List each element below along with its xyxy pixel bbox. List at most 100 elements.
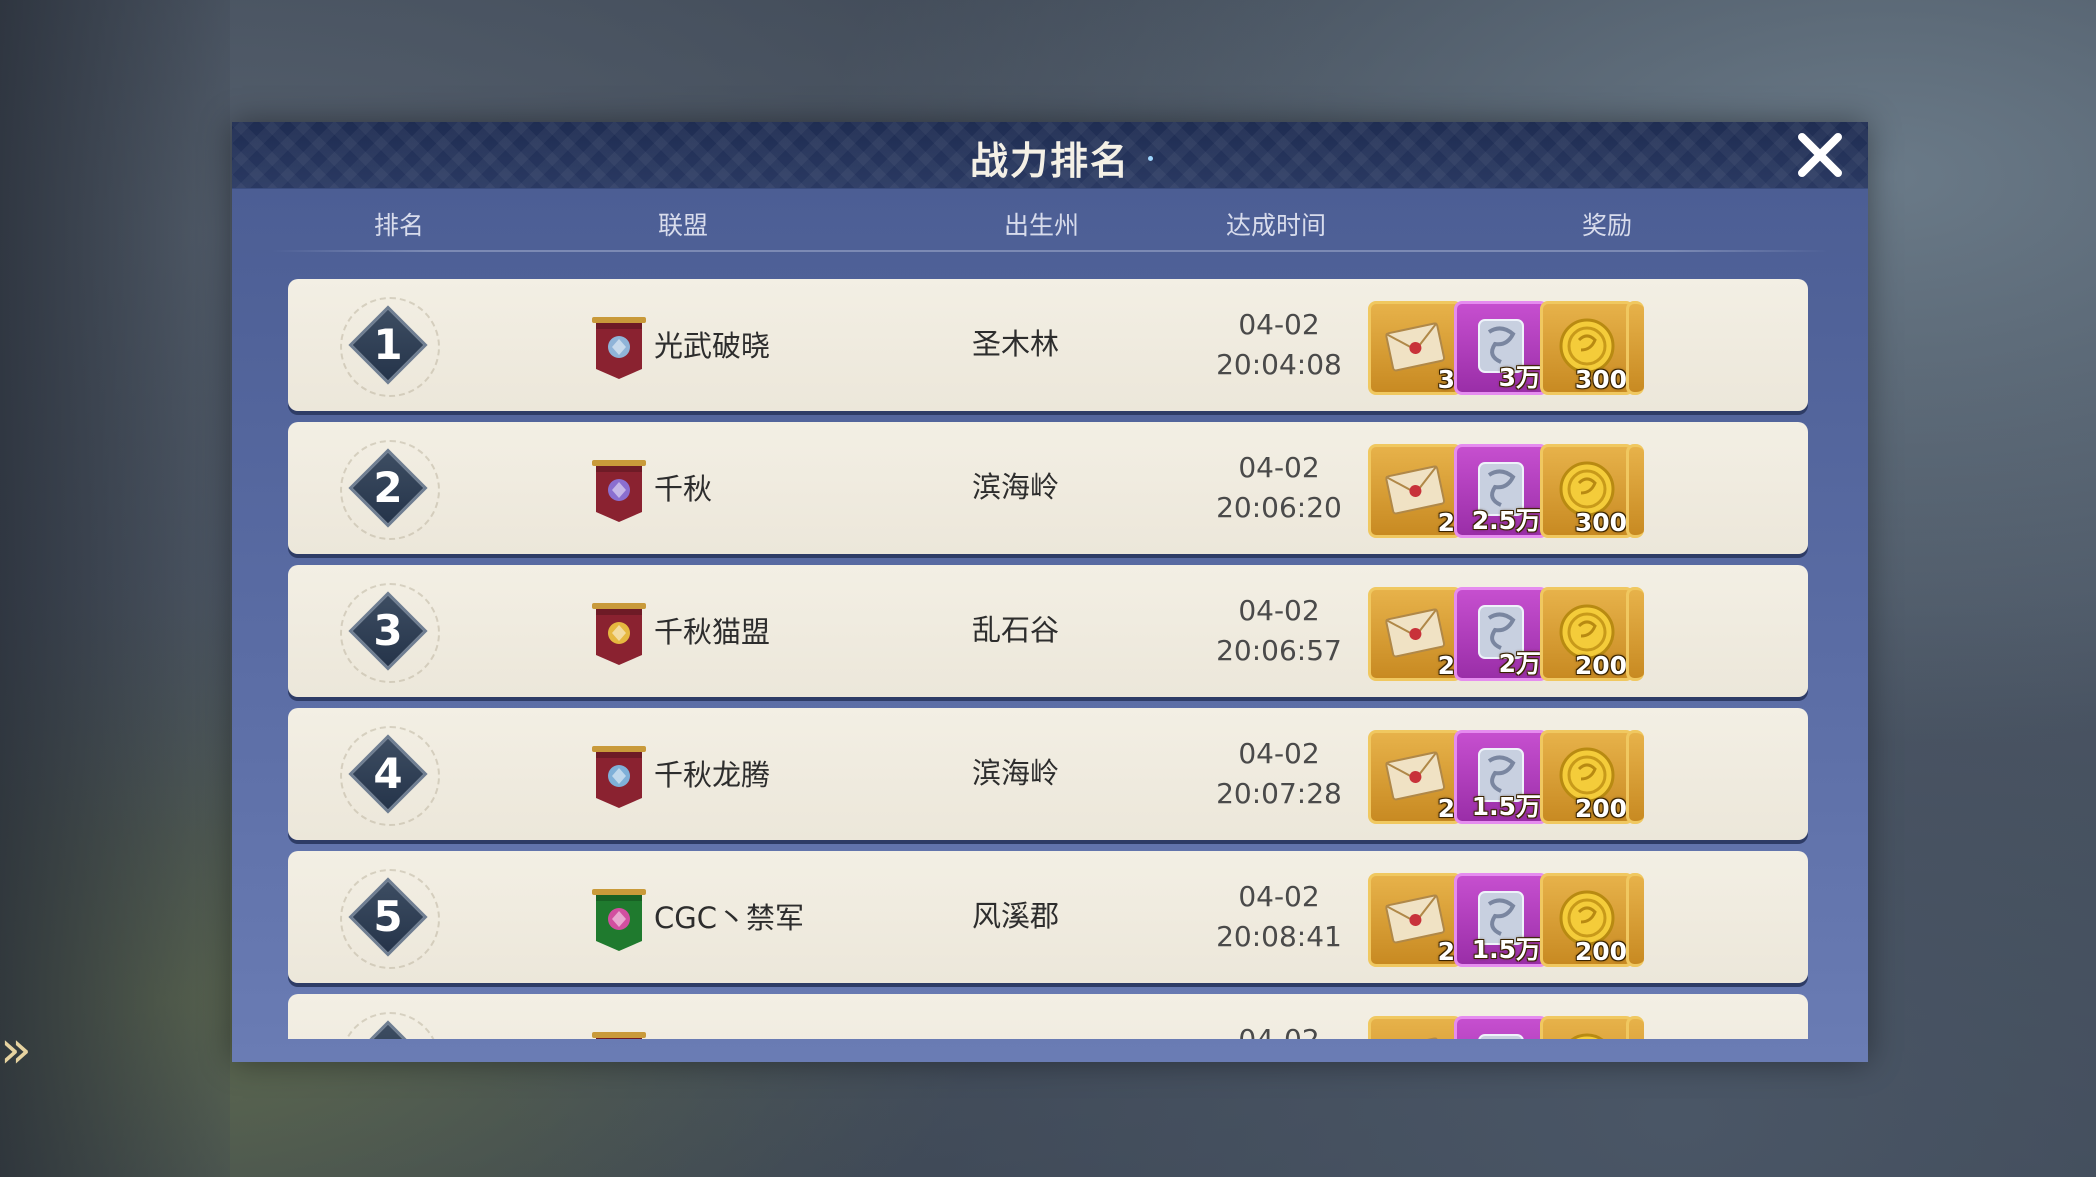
achieve-time: 04-02 20:06:57 xyxy=(1182,591,1376,671)
gold-coin-icon xyxy=(1570,1033,1604,1039)
rank-badge: 5 xyxy=(340,869,440,969)
column-header-reward: 奖励 xyxy=(1582,211,1633,240)
birth-region: 乱石谷 xyxy=(972,613,1060,647)
ranking-panel: 战力排名 排名 联盟 出生州 达成时间 奖励 1 光武破晓 圣木林 04-02 … xyxy=(232,122,1868,1062)
ranking-list[interactable]: 1 光武破晓 圣木林 04-02 20:04:08 3 3万 300 2 千秋 … xyxy=(288,279,1808,1039)
silver-ingot-icon xyxy=(1478,1034,1524,1039)
rank-number: 1 xyxy=(373,320,403,369)
rank-badge xyxy=(340,1012,440,1039)
reward-envelope[interactable] xyxy=(1368,1016,1462,1039)
alliance-name: 千秋猫盟 xyxy=(654,615,771,649)
reward-more[interactable] xyxy=(1626,444,1644,538)
expand-arrow-icon[interactable]: » xyxy=(0,1020,40,1080)
alliance-name: 千秋龙腾 xyxy=(654,758,771,792)
rank-number: 2 xyxy=(373,463,403,512)
reward-silver[interactable]: 1.5万 xyxy=(1454,873,1548,967)
alliance-banner-icon xyxy=(592,1032,646,1039)
alliance-banner-icon xyxy=(592,889,646,951)
rank-number xyxy=(340,1012,436,1039)
reward-envelope[interactable]: 2 xyxy=(1368,730,1462,824)
reward-envelope[interactable]: 2 xyxy=(1368,873,1462,967)
achieve-time: 04-02 xyxy=(1182,1020,1376,1039)
reward-envelope[interactable]: 2 xyxy=(1368,587,1462,681)
achieve-clock: 20:06:57 xyxy=(1216,634,1342,667)
achieve-time: 04-02 20:08:41 xyxy=(1182,877,1376,957)
close-icon xyxy=(1798,133,1842,177)
reward-quantity: 2 xyxy=(1437,651,1455,680)
reward-coin[interactable]: 300 xyxy=(1540,301,1634,395)
reward-more[interactable] xyxy=(1626,730,1644,824)
column-header-alliance: 联盟 xyxy=(658,211,709,240)
envelope-icon xyxy=(1385,1037,1446,1039)
birth-region: 滨海岭 xyxy=(972,470,1060,504)
reward-quantity: 2 xyxy=(1437,937,1455,966)
achieve-date: 04-02 xyxy=(1238,451,1320,484)
ranking-row[interactable]: 1 光武破晓 圣木林 04-02 20:04:08 3 3万 300 xyxy=(288,279,1808,411)
reward-more[interactable] xyxy=(1626,1016,1644,1039)
reward-coin[interactable] xyxy=(1540,1016,1634,1039)
panel-header: 战力排名 xyxy=(232,122,1868,189)
rank-badge: 1 xyxy=(340,297,440,397)
reward-envelope[interactable]: 3 xyxy=(1368,301,1462,395)
achieve-time: 04-02 20:04:08 xyxy=(1182,305,1376,385)
reward-silver[interactable] xyxy=(1454,1016,1548,1039)
rank-number: 4 xyxy=(373,749,403,798)
reward-silver[interactable]: 2万 xyxy=(1454,587,1548,681)
reward-silver[interactable]: 2.5万 xyxy=(1454,444,1548,538)
reward-quantity: 2万 xyxy=(1498,649,1541,678)
reward-more[interactable] xyxy=(1626,587,1644,681)
ranking-row[interactable]: 2 千秋 滨海岭 04-02 20:06:20 2 2.5万 300 xyxy=(288,422,1808,554)
header-divider xyxy=(272,250,1828,252)
rank-badge: 2 xyxy=(340,440,440,540)
achieve-time: 04-02 20:07:28 xyxy=(1182,734,1376,814)
rank-badge: 3 xyxy=(340,583,440,683)
alliance-banner-icon xyxy=(592,603,646,665)
reward-silver[interactable]: 1.5万 xyxy=(1454,730,1548,824)
ranking-row[interactable]: 5 CGC丶禁军 风溪郡 04-02 20:08:41 2 1.5万 200 xyxy=(288,851,1808,983)
reward-more[interactable] xyxy=(1626,301,1644,395)
reward-coin[interactable]: 200 xyxy=(1540,587,1634,681)
rank-number: 3 xyxy=(373,606,403,655)
achieve-date: 04-02 xyxy=(1182,1020,1376,1039)
alliance-name: CGC丶禁军 xyxy=(654,901,804,935)
achieve-clock: 20:04:08 xyxy=(1216,348,1342,381)
reward-quantity: 300 xyxy=(1574,365,1627,394)
alliance-banner-icon xyxy=(592,460,646,522)
alliance-name: 光武破晓 xyxy=(654,329,771,363)
reward-coin[interactable]: 200 xyxy=(1540,873,1634,967)
rank-number: 5 xyxy=(373,892,403,941)
birth-region: 圣木林 xyxy=(972,327,1060,361)
achieve-clock: 20:08:41 xyxy=(1216,920,1342,953)
ranking-row[interactable]: 3 千秋猫盟 乱石谷 04-02 20:06:57 2 2万 200 xyxy=(288,565,1808,697)
achieve-time: 04-02 20:06:20 xyxy=(1182,448,1376,528)
close-button[interactable] xyxy=(1792,127,1848,183)
achieve-date: 04-02 xyxy=(1238,880,1320,913)
birth-region: 滨海岭 xyxy=(972,756,1060,790)
reward-quantity: 2 xyxy=(1437,508,1455,537)
reward-silver[interactable]: 3万 xyxy=(1454,301,1548,395)
alliance-banner-icon xyxy=(592,746,646,808)
reward-quantity: 200 xyxy=(1574,937,1627,966)
reward-quantity: 200 xyxy=(1574,651,1627,680)
background-left xyxy=(0,0,230,1177)
ranking-row[interactable]: 04-02 xyxy=(288,994,1808,1039)
sparkle-icon xyxy=(1148,156,1153,161)
reward-quantity: 300 xyxy=(1574,508,1627,537)
achieve-clock: 20:06:20 xyxy=(1216,491,1342,524)
reward-quantity: 3万 xyxy=(1498,363,1541,392)
achieve-date: 04-02 xyxy=(1238,594,1320,627)
reward-quantity: 1.5万 xyxy=(1471,792,1541,821)
reward-quantity: 1.5万 xyxy=(1471,935,1541,964)
reward-quantity: 2.5万 xyxy=(1471,506,1541,535)
column-header-time: 达成时间 xyxy=(1226,211,1327,240)
achieve-date: 04-02 xyxy=(1238,737,1320,770)
alliance-name: 千秋 xyxy=(654,472,713,506)
achieve-clock: 20:07:28 xyxy=(1216,777,1342,810)
reward-more[interactable] xyxy=(1626,873,1644,967)
alliance-banner-icon xyxy=(592,317,646,379)
reward-coin[interactable]: 300 xyxy=(1540,444,1634,538)
reward-coin[interactable]: 200 xyxy=(1540,730,1634,824)
ranking-row[interactable]: 4 千秋龙腾 滨海岭 04-02 20:07:28 2 1.5万 200 xyxy=(288,708,1808,840)
reward-envelope[interactable]: 2 xyxy=(1368,444,1462,538)
achieve-date: 04-02 xyxy=(1238,308,1320,341)
